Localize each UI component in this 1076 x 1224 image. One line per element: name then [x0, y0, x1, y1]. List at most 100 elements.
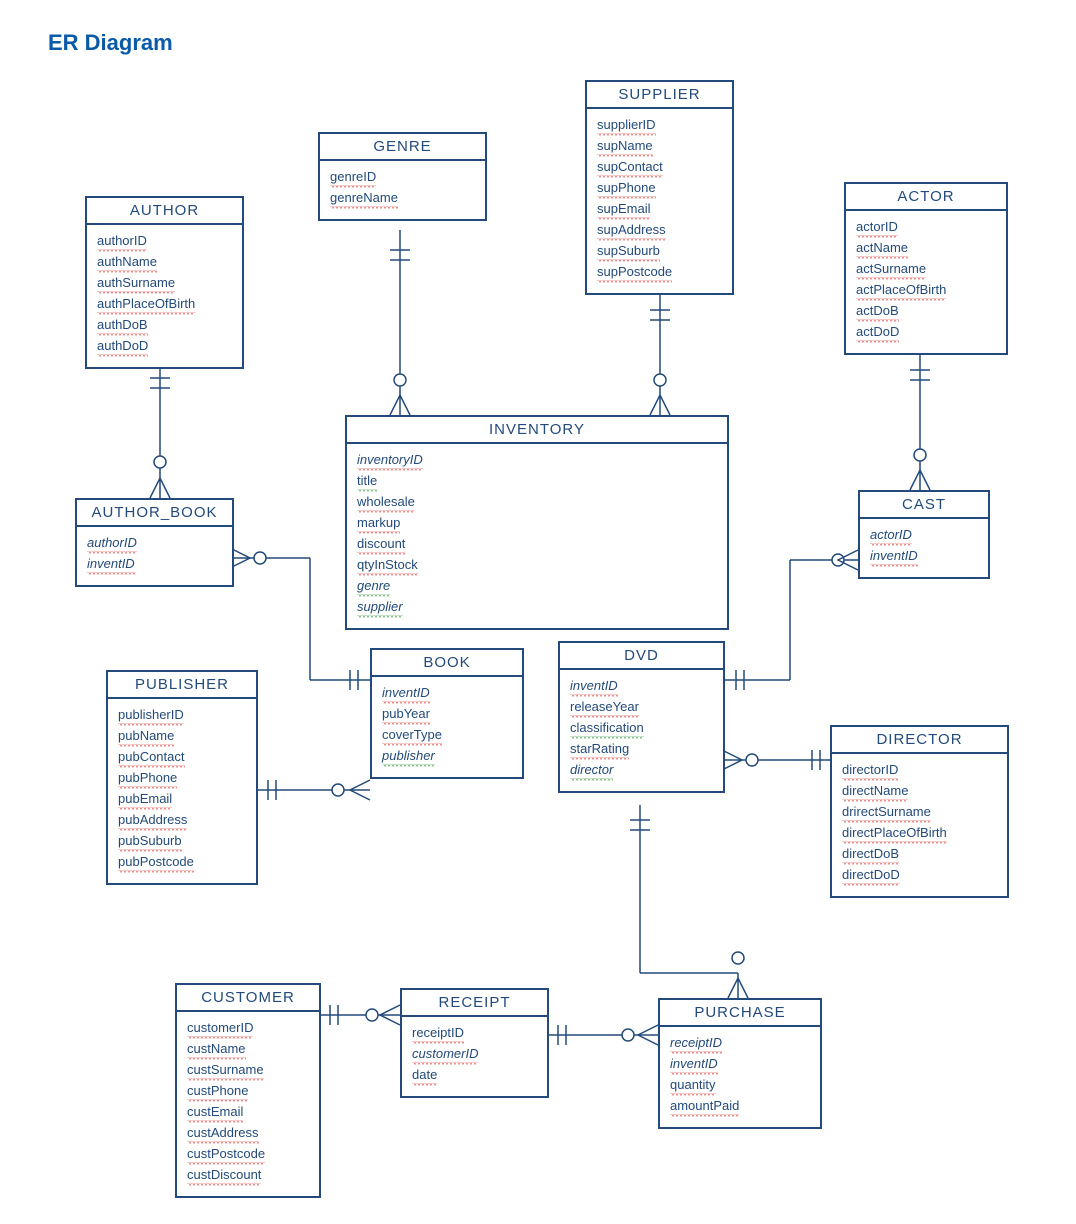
- entity-attr: publisher: [382, 746, 435, 767]
- entity-attr: qtyInStock: [357, 555, 418, 576]
- entity-dvd: DVD inventIDreleaseYearclassificationsta…: [558, 641, 725, 793]
- entity-attr: custEmail: [187, 1102, 243, 1123]
- entity-attr: custPhone: [187, 1081, 248, 1102]
- entity-attr: actorID: [856, 217, 898, 238]
- entity-title: DIRECTOR: [832, 727, 1007, 754]
- entity-inventory: INVENTORY inventoryIDtitlewholesalemarku…: [345, 415, 729, 630]
- entity-attr: receiptID: [670, 1033, 722, 1054]
- entity-attr: supPostcode: [597, 262, 672, 283]
- entity-attr: genre: [357, 576, 390, 597]
- entity-attr: actSurname: [856, 259, 926, 280]
- entity-attr: supAddress: [597, 220, 666, 241]
- entity-title: DVD: [560, 643, 723, 670]
- entity-attr: authPlaceOfBirth: [97, 294, 195, 315]
- entity-attr: pubAddress: [118, 810, 187, 831]
- entity-attr: custPostcode: [187, 1144, 265, 1165]
- entity-attr: pubEmail: [118, 789, 172, 810]
- entity-attrs: inventoryIDtitlewholesalemarkupdiscountq…: [347, 444, 727, 628]
- entity-attr: custAddress: [187, 1123, 259, 1144]
- entity-director: DIRECTOR directorIDdirectNamedrirectSurn…: [830, 725, 1009, 898]
- entity-purchase: PURCHASE receiptIDinventIDquantityamount…: [658, 998, 822, 1129]
- entity-title: CUSTOMER: [177, 985, 319, 1012]
- entity-attr: supPhone: [597, 178, 656, 199]
- entity-attr: inventID: [382, 683, 430, 704]
- entity-attr: actorID: [870, 525, 912, 546]
- entity-attr: actDoD: [856, 322, 899, 343]
- entity-attr: inventID: [870, 546, 918, 567]
- entity-attr: supplier: [357, 597, 403, 618]
- entity-attr: supSuburb: [597, 241, 660, 262]
- entity-title: AUTHOR_BOOK: [77, 500, 232, 527]
- entity-attr: inventID: [670, 1054, 718, 1075]
- entity-supplier: SUPPLIER supplierIDsupNamesupContactsupP…: [585, 80, 734, 295]
- entity-title: PUBLISHER: [108, 672, 256, 699]
- entity-book: BOOK inventIDpubYearcoverTypepublisher: [370, 648, 524, 779]
- entity-title: GENRE: [320, 134, 485, 161]
- entity-attr: inventID: [570, 676, 618, 697]
- entity-author: AUTHOR authorIDauthNameauthSurnameauthPl…: [85, 196, 244, 369]
- entity-attr: pubName: [118, 726, 174, 747]
- entity-attr: releaseYear: [570, 697, 639, 718]
- entity-title: CAST: [860, 492, 988, 519]
- entity-attr: starRating: [570, 739, 629, 760]
- entity-attr: classification: [570, 718, 644, 739]
- page-title: ER Diagram: [48, 30, 173, 56]
- entity-attr: amountPaid: [670, 1096, 739, 1117]
- entity-title: SUPPLIER: [587, 82, 732, 109]
- entity-attrs: receiptIDinventIDquantityamountPaid: [660, 1027, 820, 1127]
- entity-attrs: publisherIDpubNamepubContactpubPhonepubE…: [108, 699, 256, 883]
- entity-attr: authSurname: [97, 273, 175, 294]
- entity-attr: coverType: [382, 725, 442, 746]
- entity-attr: genreName: [330, 188, 398, 209]
- entity-attr: authDoB: [97, 315, 148, 336]
- entity-attr: pubYear: [382, 704, 430, 725]
- entity-title: INVENTORY: [347, 417, 727, 444]
- entity-attr: authorID: [87, 533, 137, 554]
- entity-attrs: customerIDcustNamecustSurnamecustPhonecu…: [177, 1012, 319, 1196]
- entity-attr: discount: [357, 534, 405, 555]
- entity-attr: drirectSurname: [842, 802, 931, 823]
- entity-attr: actName: [856, 238, 908, 259]
- entity-title: AUTHOR: [87, 198, 242, 225]
- entity-attr: director: [570, 760, 613, 781]
- entity-attr: inventID: [87, 554, 135, 575]
- entity-genre: GENRE genreIDgenreName: [318, 132, 487, 221]
- er-diagram: ER Diagram: [0, 0, 1076, 1224]
- entity-attrs: actorIDinventID: [860, 519, 988, 577]
- entity-attr: custName: [187, 1039, 246, 1060]
- entity-attr: custDiscount: [187, 1165, 261, 1186]
- entity-attrs: genreIDgenreName: [320, 161, 485, 219]
- entity-attr: supContact: [597, 157, 663, 178]
- entity-attr: wholesale: [357, 492, 415, 513]
- entity-actor: ACTOR actorIDactNameactSurnameactPlaceOf…: [844, 182, 1008, 355]
- entity-attr: genreID: [330, 167, 376, 188]
- entity-title: PURCHASE: [660, 1000, 820, 1027]
- entity-attr: pubPhone: [118, 768, 177, 789]
- entity-attr: custSurname: [187, 1060, 264, 1081]
- entity-attr: markup: [357, 513, 400, 534]
- entity-attrs: supplierIDsupNamesupContactsupPhonesupEm…: [587, 109, 732, 293]
- entity-receipt: RECEIPT receiptIDcustomerIDdate: [400, 988, 549, 1098]
- entity-attr: directorID: [842, 760, 898, 781]
- entity-attrs: authorIDinventID: [77, 527, 232, 585]
- entity-publisher: PUBLISHER publisherIDpubNamepubContactpu…: [106, 670, 258, 885]
- entity-attr: pubPostcode: [118, 852, 194, 873]
- entity-attr: actPlaceOfBirth: [856, 280, 946, 301]
- entity-title: ACTOR: [846, 184, 1006, 211]
- entity-attr: supEmail: [597, 199, 650, 220]
- entity-customer: CUSTOMER customerIDcustNamecustSurnamecu…: [175, 983, 321, 1198]
- entity-attrs: receiptIDcustomerIDdate: [402, 1017, 547, 1096]
- entity-title: BOOK: [372, 650, 522, 677]
- entity-attr: inventoryID: [357, 450, 423, 471]
- entity-attrs: inventIDreleaseYearclassificationstarRat…: [560, 670, 723, 791]
- entity-attrs: inventIDpubYearcoverTypepublisher: [372, 677, 522, 777]
- entity-attr: date: [412, 1065, 437, 1086]
- entity-attr: pubSuburb: [118, 831, 182, 852]
- entity-attr: directPlaceOfBirth: [842, 823, 947, 844]
- entity-attr: supName: [597, 136, 653, 157]
- entity-attr: authDoD: [97, 336, 148, 357]
- entity-attr: pubContact: [118, 747, 185, 768]
- entity-attr: customerID: [187, 1018, 253, 1039]
- entity-attr: receiptID: [412, 1023, 464, 1044]
- entity-attr: title: [357, 471, 377, 492]
